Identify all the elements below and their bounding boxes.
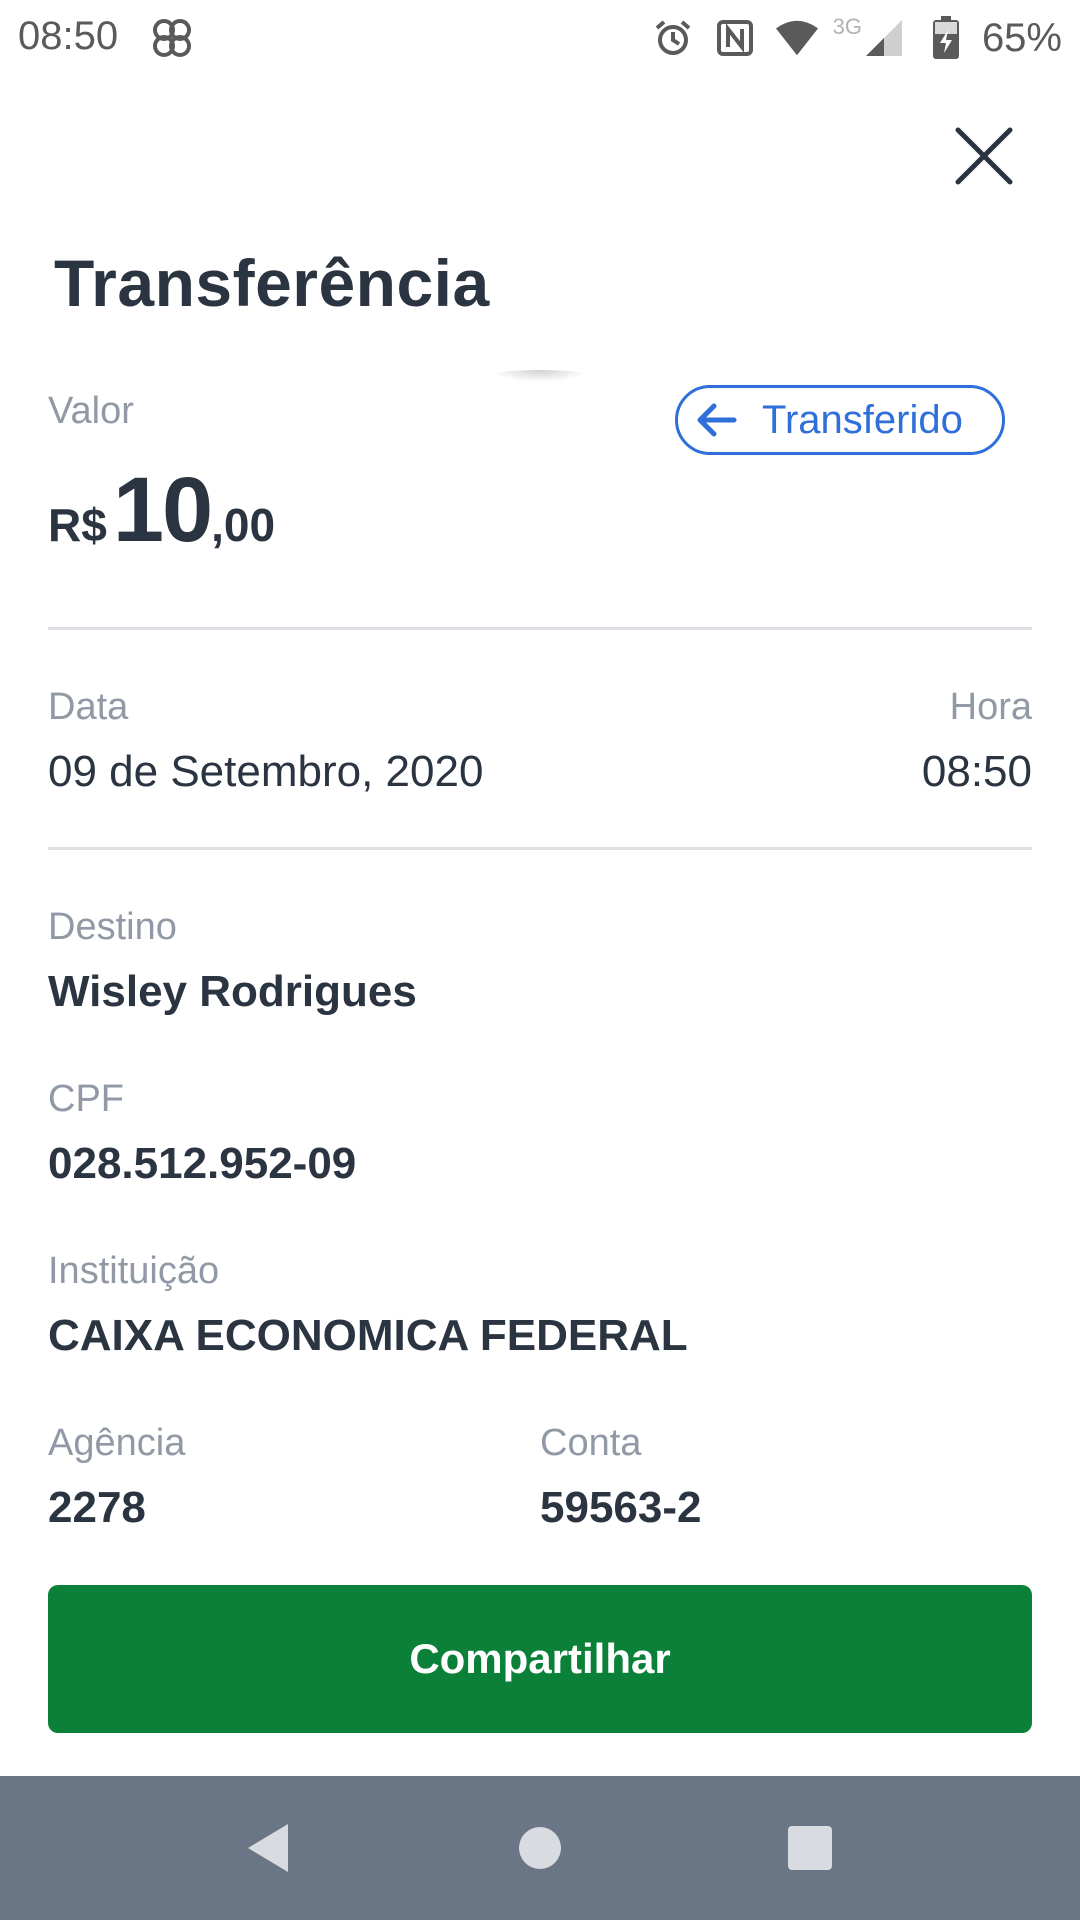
divider (48, 847, 1032, 850)
network-type: 3G (832, 14, 862, 39)
battery-charging-icon (924, 16, 968, 60)
conta-value: 59563-2 (540, 1483, 702, 1532)
alarm-icon (651, 16, 695, 60)
pinwheel-icon (148, 14, 196, 62)
scroll-shadow (490, 370, 590, 382)
wifi-icon (775, 16, 819, 60)
arrow-left-icon (692, 396, 740, 444)
share-button[interactable]: Compartilhar (48, 1585, 1032, 1733)
amount-label: Valor (48, 390, 134, 432)
time-label: Hora (949, 686, 1032, 728)
status-badge-label: Transferido (762, 397, 963, 442)
date-label: Data (48, 686, 129, 728)
back-button[interactable] (226, 1806, 310, 1890)
amount-currency: R$ (48, 499, 107, 551)
account-field: Conta 59563-2 (540, 1422, 701, 1533)
amount-integer: 10 (112, 459, 213, 561)
recipient-name-field: Destino Wisley Rodrigues (48, 906, 417, 1017)
agencia-value: 2278 (48, 1483, 146, 1532)
date-value: 09 de Setembro, 2020 (48, 747, 484, 796)
status-bar: 08:50 3G 65% (0, 0, 1080, 76)
status-badge: Transferido (675, 385, 1005, 455)
agencia-label: Agência (48, 1422, 186, 1464)
back-icon (248, 1824, 288, 1872)
amount-value: R$ 10 ,00 (48, 458, 275, 563)
time-value: 08:50 (921, 747, 1032, 796)
cpf-value: 028.512.952-09 (48, 1139, 357, 1188)
home-button[interactable] (498, 1806, 582, 1890)
signal-icon (862, 16, 906, 60)
status-time: 08:50 (18, 14, 119, 58)
instituicao-value: CAIXA ECONOMICA FEDERAL (48, 1311, 688, 1360)
home-icon (519, 1827, 561, 1869)
close-button[interactable] (950, 122, 1018, 190)
divider (48, 627, 1032, 630)
navigation-bar (0, 1776, 1080, 1920)
destino-value: Wisley Rodrigues (48, 967, 417, 1016)
agency-field: Agência 2278 (48, 1422, 185, 1533)
date-field: Data 09 de Setembro, 2020 (48, 686, 483, 797)
conta-label: Conta (540, 1422, 642, 1464)
time-field: Hora 08:50 (922, 686, 1032, 797)
recents-button[interactable] (768, 1806, 852, 1890)
close-icon (955, 127, 1013, 185)
cpf-label: CPF (48, 1078, 124, 1120)
institution-field: Instituição CAIXA ECONOMICA FEDERAL (48, 1250, 688, 1361)
page-title: Transferência (54, 246, 490, 320)
nfc-icon (713, 16, 757, 60)
battery-percent: 65% (981, 15, 1062, 60)
destino-label: Destino (48, 906, 177, 948)
cpf-field: CPF 028.512.952-09 (48, 1078, 356, 1189)
recents-icon (788, 1826, 832, 1870)
amount-decimal: ,00 (211, 499, 276, 551)
instituicao-label: Instituição (48, 1250, 220, 1292)
